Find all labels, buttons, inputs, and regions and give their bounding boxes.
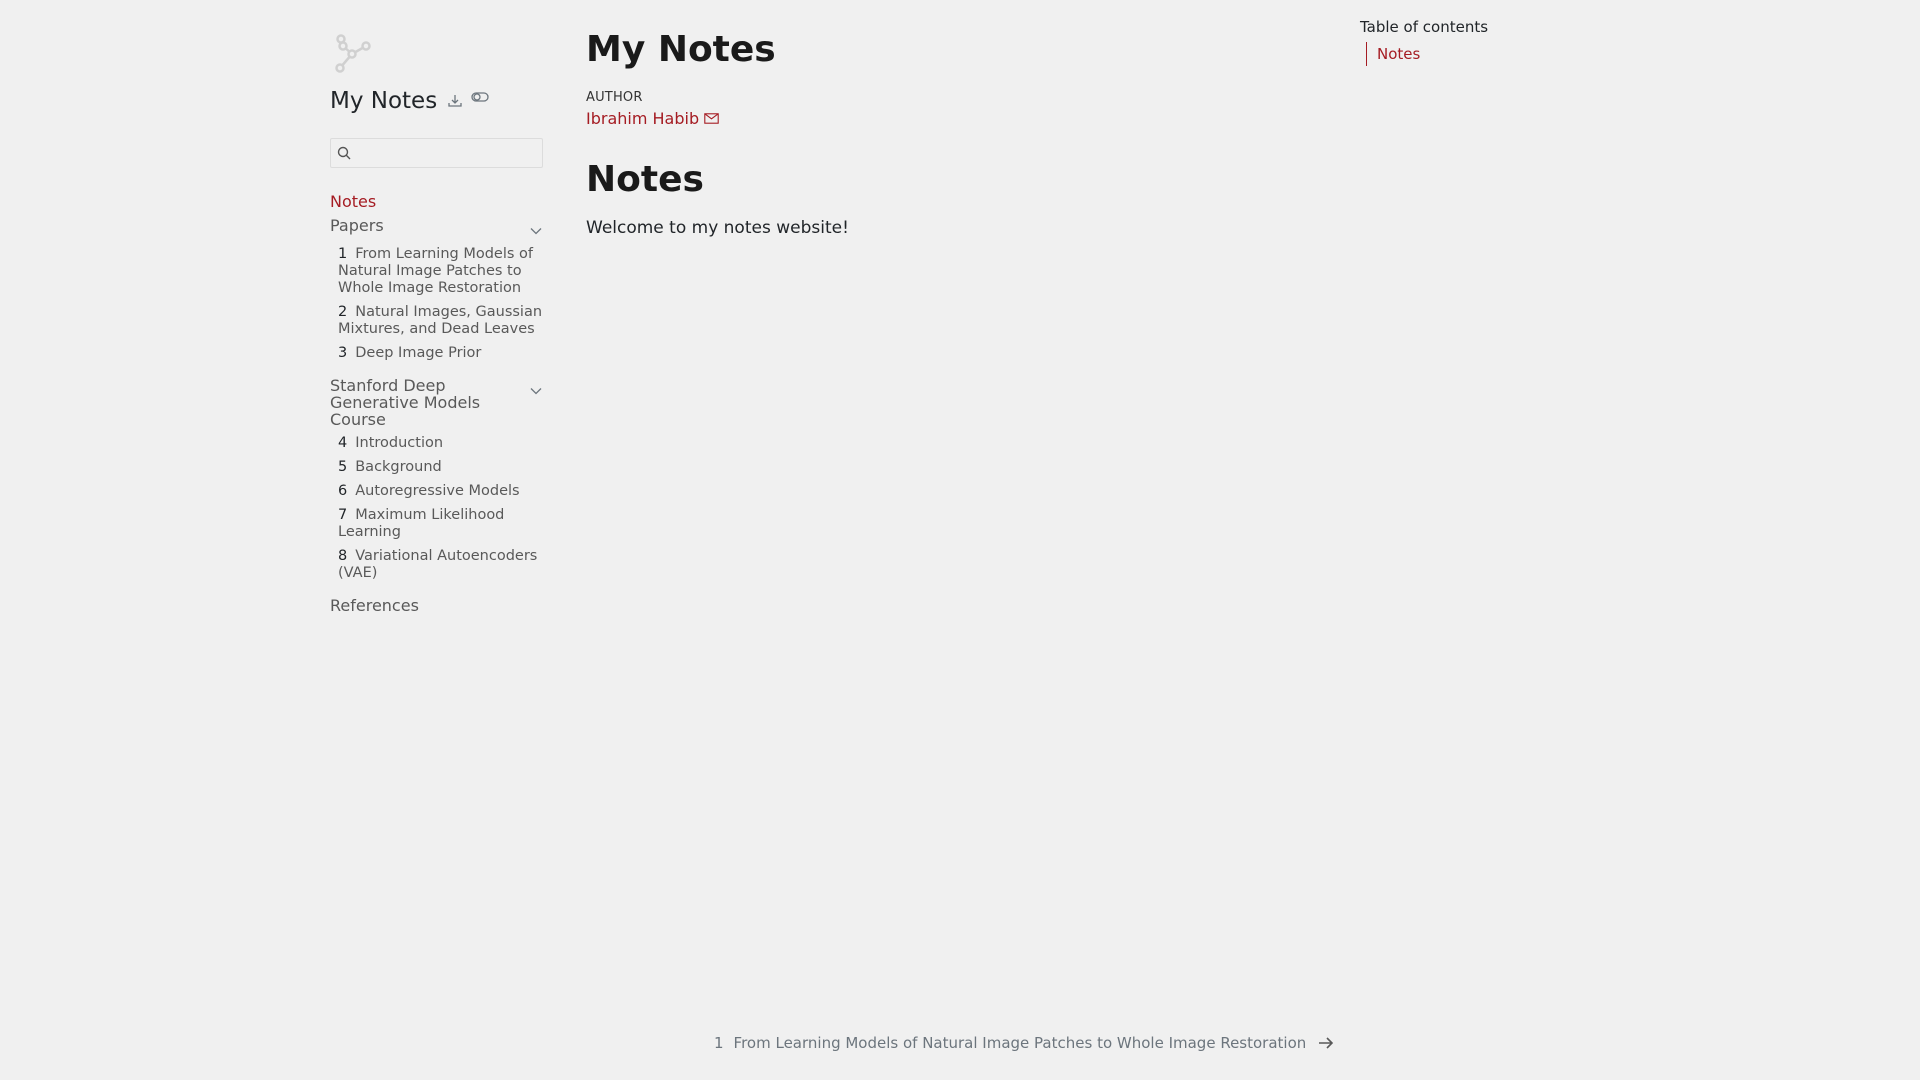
item-label: Autoregressive Models: [355, 483, 520, 499]
sidebar-item-paper-3[interactable]: 3 Deep Image Prior: [330, 345, 544, 362]
section-header-stanford[interactable]: Stanford Deep Generative Models Course: [330, 374, 544, 428]
item-number: 7: [338, 507, 348, 523]
item-label: Introduction: [355, 435, 444, 451]
site-title[interactable]: My Notes: [330, 88, 437, 114]
sidebar-item-course-7[interactable]: 7 Maximum Likelihood Learning: [330, 507, 544, 541]
sidebar-item-paper-2[interactable]: 2 Natural Images, Gaussian Mixtures, and …: [330, 304, 544, 338]
item-number: 5: [338, 459, 348, 475]
author-link[interactable]: Ibrahim Habib: [586, 109, 699, 128]
sidebar-section-papers: Papers 1 From Learning Models of Natural …: [330, 214, 544, 362]
sidebar-section-stanford: Stanford Deep Generative Models Course 4…: [330, 374, 544, 582]
envelope-icon[interactable]: [704, 113, 719, 124]
sidebar-nav: Notes Papers 1 From Learning Models of Na…: [330, 190, 544, 618]
item-label: Variational Autoencoders (VAE): [338, 548, 538, 581]
toggle-icon[interactable]: [471, 90, 489, 104]
toc-item-notes[interactable]: Notes: [1377, 42, 1488, 66]
search-input[interactable]: [357, 140, 542, 166]
toc-title: Table of contents: [1360, 18, 1489, 36]
arrow-right-icon: [1318, 1036, 1334, 1050]
main-content: My Notes AUTHOR Ibrahim Habib Notes Welc…: [586, 28, 1326, 238]
item-number: 3: [338, 345, 348, 361]
sidebar: My Notes Notes Papers 1 From Learning Mo…: [330, 30, 544, 618]
sidebar-item-notes[interactable]: Notes: [330, 190, 544, 214]
item-number: 2: [338, 304, 348, 320]
chevron-down-icon[interactable]: [530, 380, 542, 399]
item-label: Background: [355, 459, 442, 475]
sidebar-item-course-6[interactable]: 6 Autoregressive Models: [330, 483, 544, 500]
item-label: Deep Image Prior: [355, 345, 482, 361]
author-row: Ibrahim Habib: [586, 109, 1326, 128]
sidebar-item-course-5[interactable]: 5 Background: [330, 459, 544, 476]
author-heading: AUTHOR: [586, 90, 643, 105]
section-heading: Notes: [586, 159, 704, 200]
item-label: From Learning Models of Natural Image Pa…: [338, 246, 534, 296]
search-box[interactable]: [330, 138, 543, 168]
item-label: Natural Images, Gaussian Mixtures, and D…: [338, 304, 543, 337]
item-number: 4: [338, 435, 348, 451]
page-title: My Notes: [586, 29, 776, 70]
page: My Notes Notes Papers 1 From Learning Mo…: [0, 0, 1920, 1080]
section-label: Papers: [330, 216, 384, 235]
item-number: 1: [338, 246, 348, 262]
next-page-link[interactable]: 1 From Learning Models of Natural Image …: [714, 1034, 1334, 1052]
next-page-label: From Learning Models of Natural Image Pa…: [733, 1034, 1307, 1052]
body-paragraph: Welcome to my notes website!: [586, 218, 849, 238]
item-number: 6: [338, 483, 348, 499]
site-title-row: My Notes: [330, 86, 544, 116]
item-label: Maximum Likelihood Learning: [338, 507, 505, 540]
next-page-number: 1: [714, 1034, 724, 1052]
section-header-papers[interactable]: Papers: [330, 214, 544, 239]
logo-icon[interactable]: [330, 30, 378, 78]
sidebar-item-course-8[interactable]: 8 Variational Autoencoders (VAE): [330, 548, 544, 582]
sidebar-item-course-4[interactable]: 4 Introduction: [330, 435, 544, 452]
sidebar-item-paper-1[interactable]: 1 From Learning Models of Natural Image P…: [330, 246, 544, 297]
download-icon[interactable]: [447, 93, 463, 109]
table-of-contents: Table of contents Notes: [1360, 18, 1488, 66]
item-number: 8: [338, 548, 348, 564]
toc-list: Notes: [1366, 42, 1488, 66]
chevron-down-icon[interactable]: [530, 220, 542, 239]
section-label: Stanford Deep Generative Models Course: [330, 376, 481, 429]
search-icon: [337, 146, 351, 160]
sidebar-item-references[interactable]: References: [330, 594, 544, 618]
